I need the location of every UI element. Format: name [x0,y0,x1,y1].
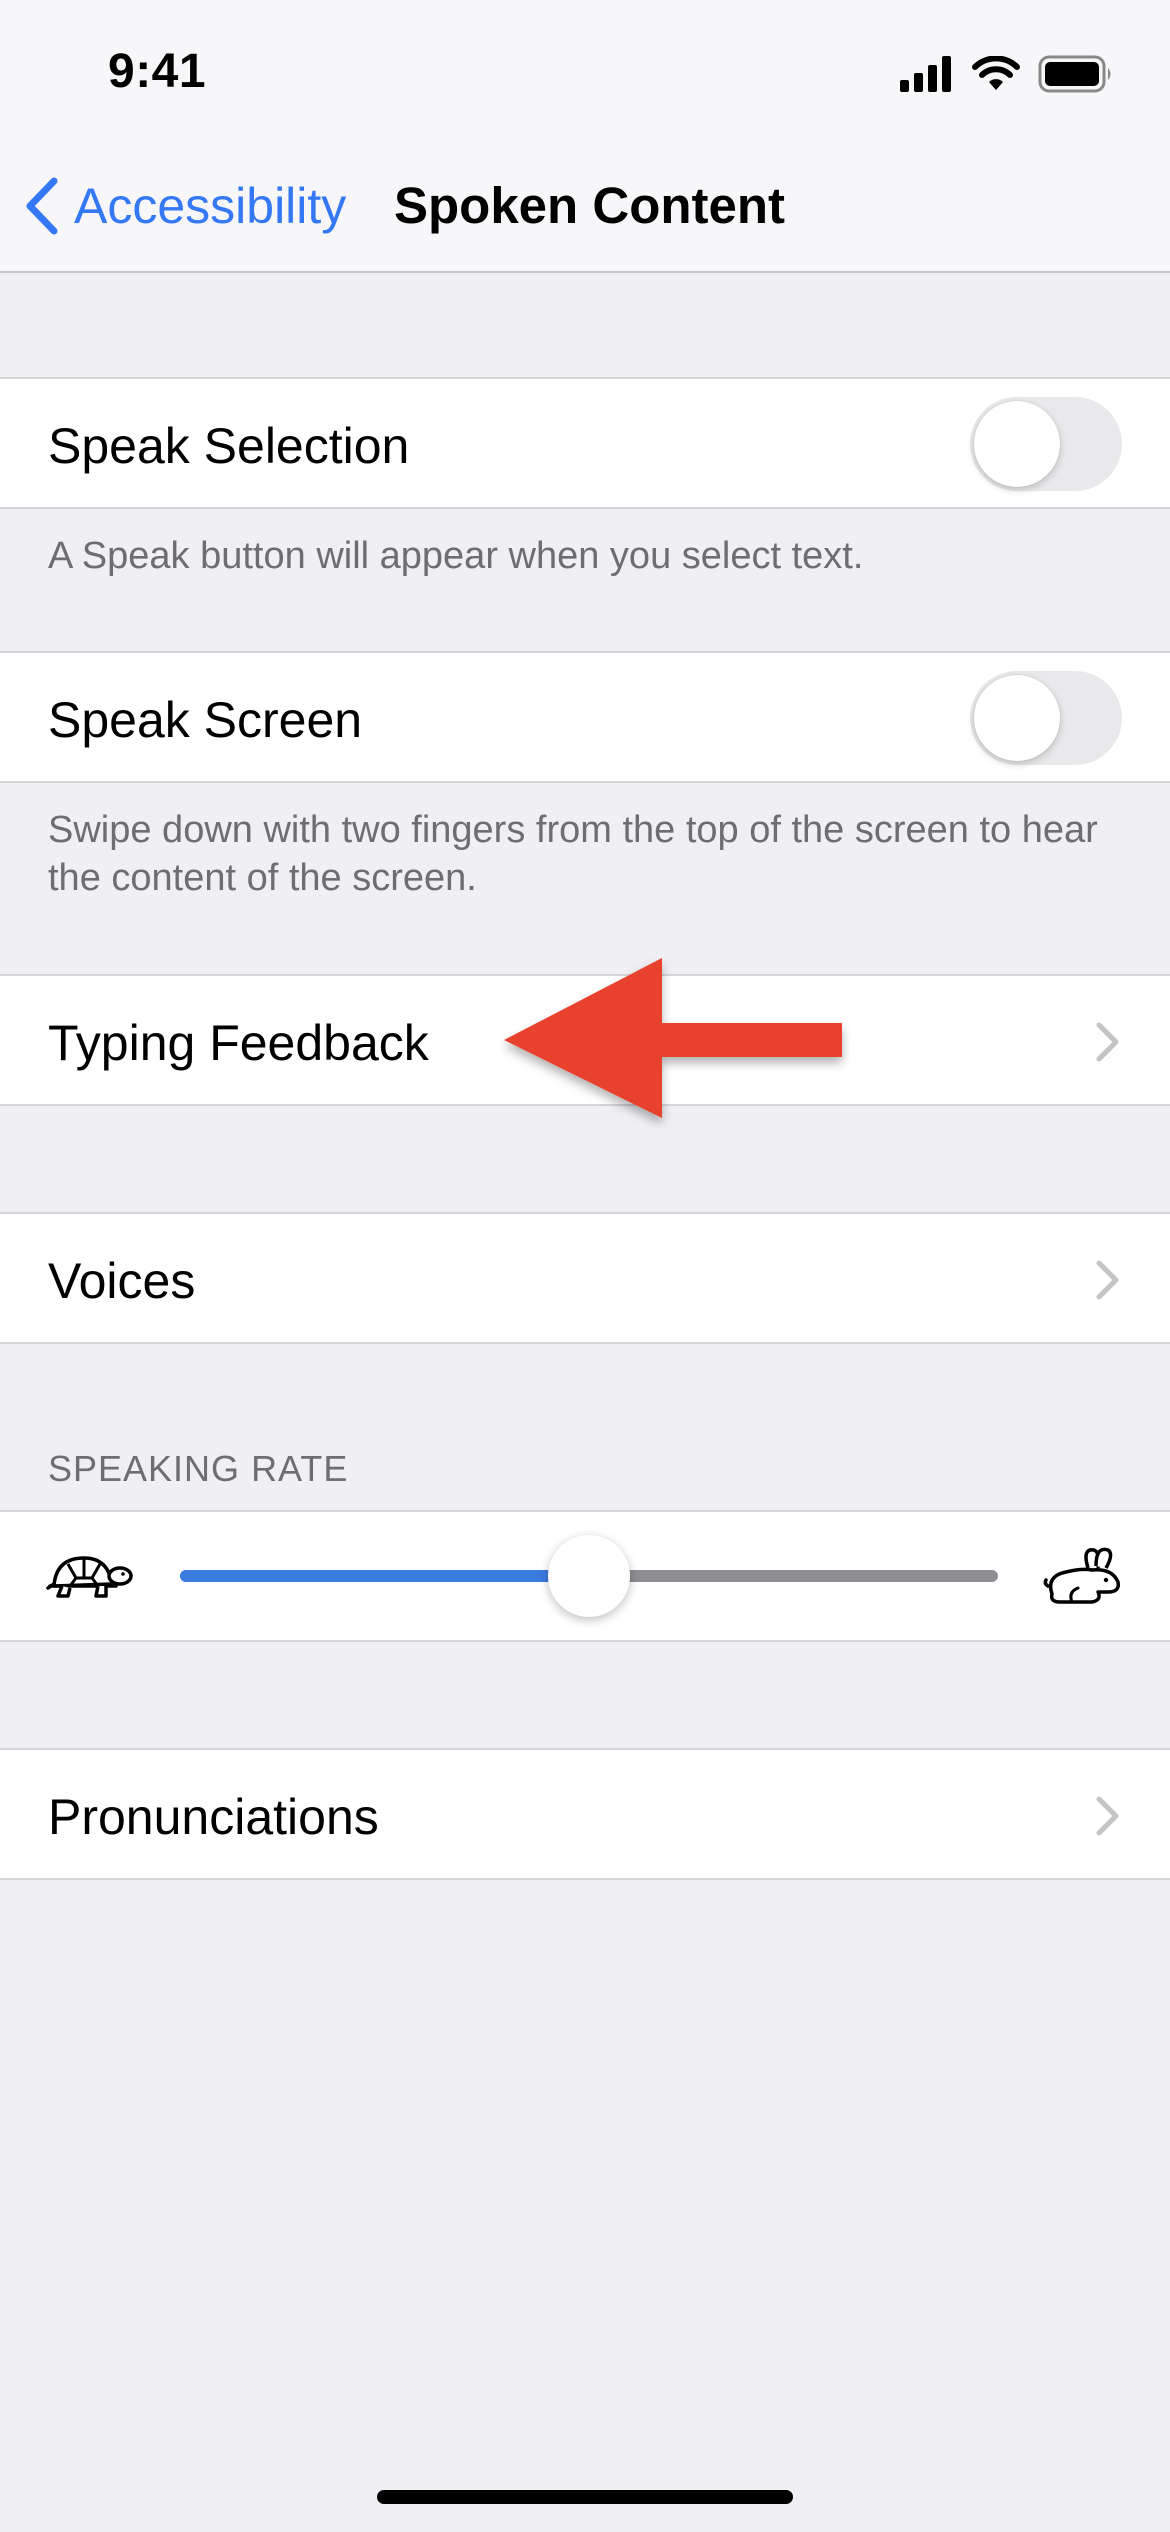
typing-feedback-label: Typing Feedback [48,1015,429,1071]
speak-selection-row: Speak Selection [0,377,1170,509]
pronunciations-row[interactable]: Pronunciations [0,1748,1170,1880]
chevron-right-icon [1096,1796,1119,1836]
speak-screen-row: Speak Screen [0,651,1170,783]
toggle-knob [974,675,1060,761]
speaking-rate-header: SPEAKING RATE [48,1448,349,1489]
speak-selection-toggle[interactable] [970,397,1122,491]
speak-screen-label: Speak Screen [48,692,363,748]
screen: 9:41 Accessibility Spoken Content Speak … [0,0,1170,2532]
chevron-right-icon [1096,1260,1119,1300]
chevron-right-icon [1096,1022,1119,1062]
speak-screen-footnote: Swipe down with two fingers from the top… [48,809,1098,899]
speak-screen-toggle[interactable] [970,671,1122,765]
status-icons [900,54,1114,94]
home-indicator[interactable] [377,2490,793,2504]
slider-fill [180,1570,589,1582]
voices-row[interactable]: Voices [0,1212,1170,1344]
status-time: 9:41 [108,45,207,98]
speaking-rate-slider[interactable] [180,1535,998,1617]
chevron-left-icon [26,177,58,235]
rabbit-icon [1043,1547,1121,1604]
pronunciations-label: Pronunciations [48,1789,379,1845]
speaking-rate-row [0,1510,1170,1642]
speak-selection-footnote: A Speak button will appear when you sele… [48,535,864,577]
slider-thumb[interactable] [548,1535,630,1617]
navigation-bar: 9:41 Accessibility Spoken Content [0,0,1170,273]
turtle-icon [46,1556,133,1598]
toggle-knob [974,401,1060,487]
back-button-label: Accessibility [74,178,347,234]
speak-selection-label: Speak Selection [48,418,410,474]
page-title: Spoken Content [394,177,785,234]
annotation-arrow-icon [504,958,842,1118]
voices-label: Voices [48,1253,196,1309]
back-button[interactable]: Accessibility [24,170,346,242]
wifi-icon [972,56,1020,90]
cellular-signal-icon [900,56,951,92]
battery-icon [1038,55,1111,93]
